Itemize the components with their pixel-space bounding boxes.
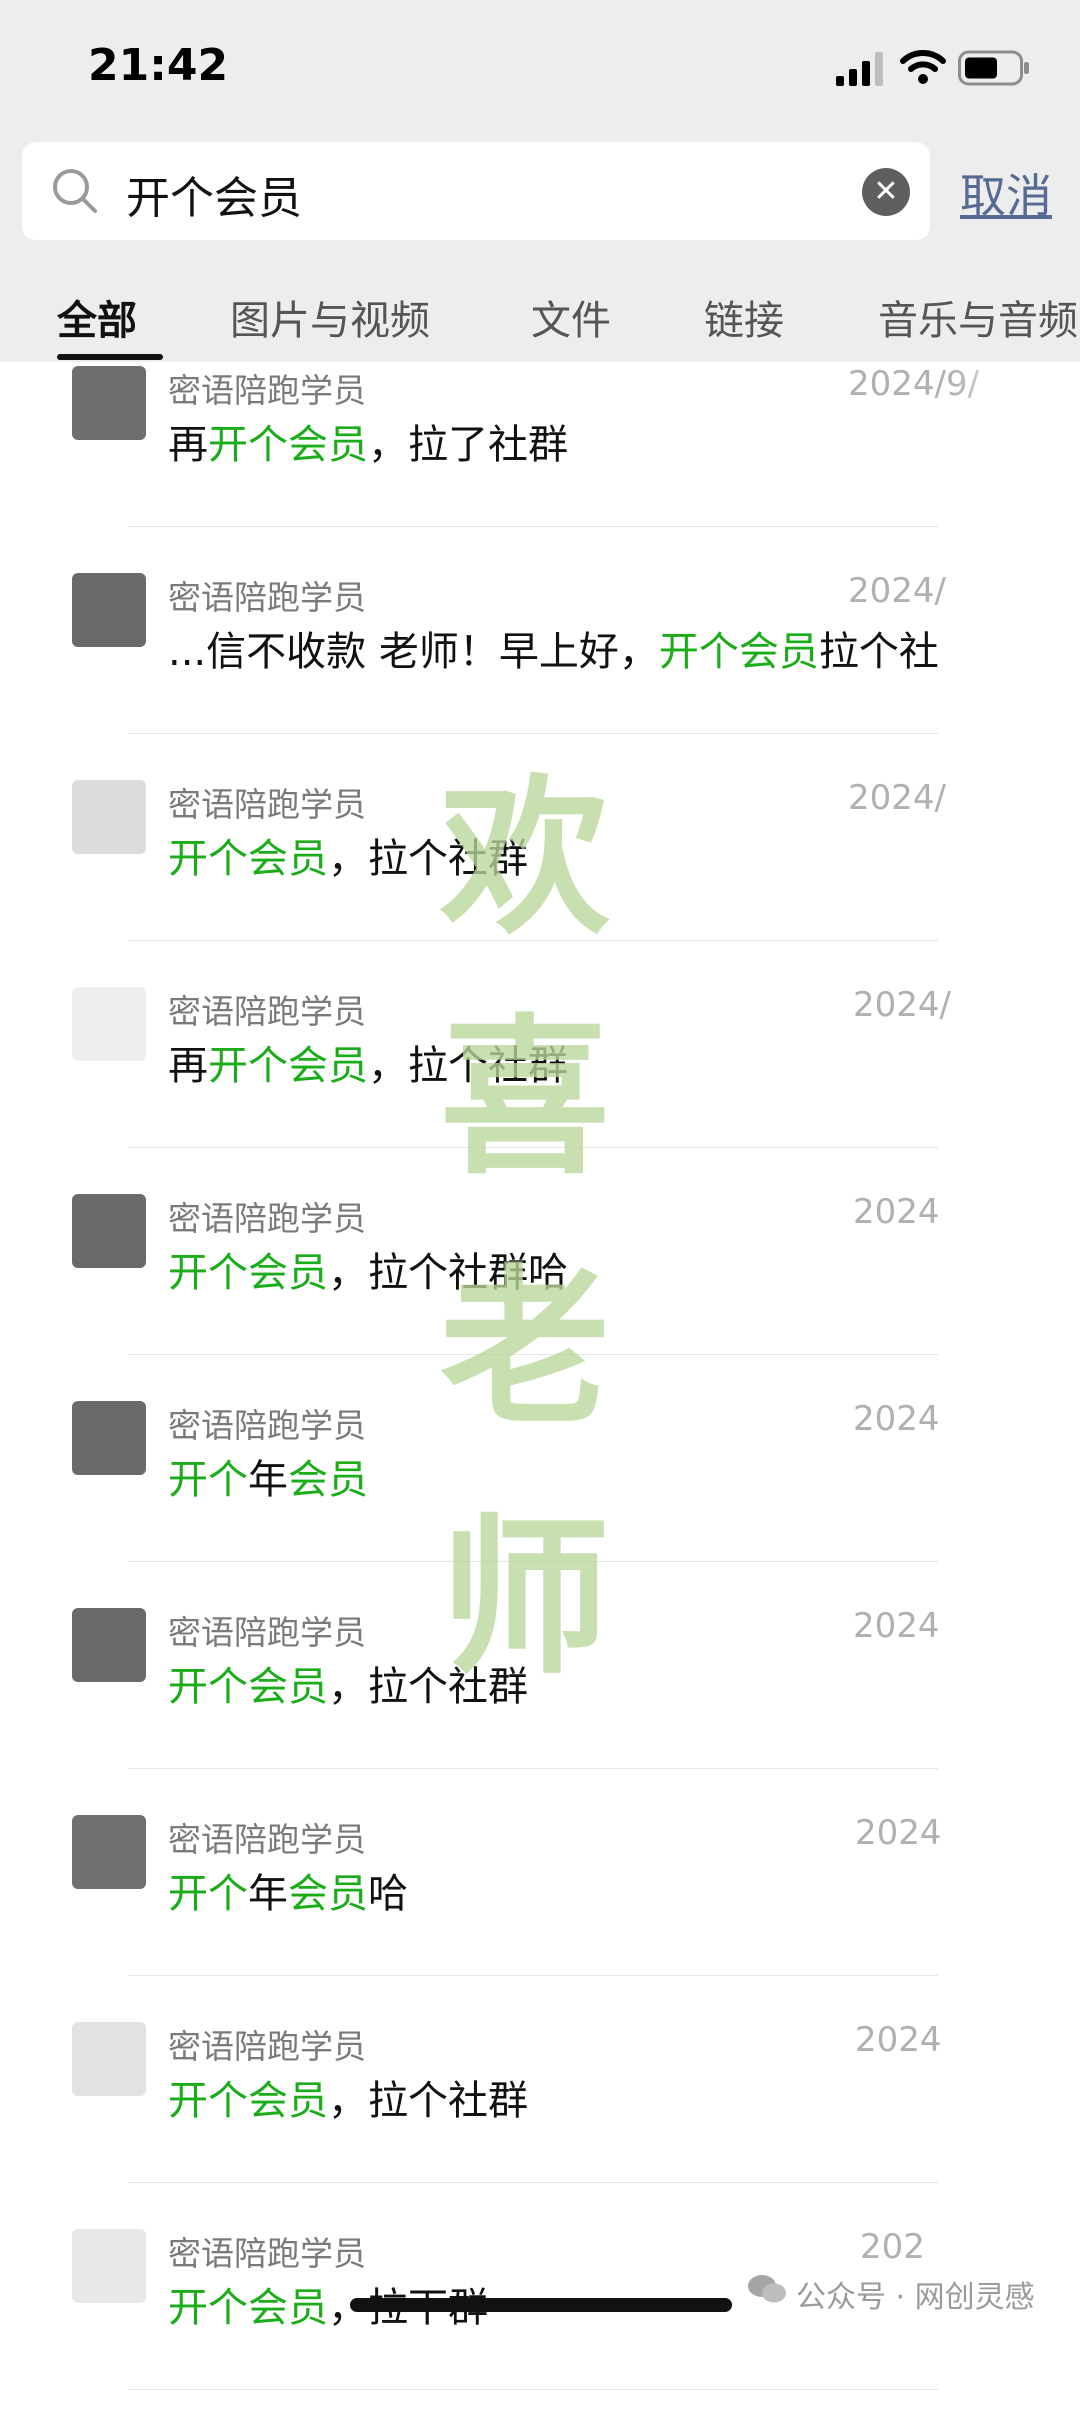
match-highlight: 开个会员 — [168, 1664, 328, 1710]
tab-images-videos[interactable]: 图片与视频 — [230, 288, 430, 346]
avatar[interactable] — [72, 987, 146, 1061]
search-result-item[interactable]: 密语陪跑学员 2024/9/再开个会员，拉了社群 — [0, 362, 1080, 569]
result-sender-name: 密语陪跑学员 — [168, 578, 366, 617]
home-indicator[interactable] — [350, 2298, 732, 2312]
match-highlight: 会员 — [288, 1871, 368, 1917]
watermark-char: 欢 — [440, 758, 611, 958]
row-separator — [128, 1768, 938, 1769]
status-time: 21:42 — [88, 40, 229, 91]
message-text: ，拉个社群 — [328, 2078, 528, 2124]
message-text: 再 — [168, 422, 208, 468]
tab-files[interactable]: 文件 — [531, 288, 611, 346]
result-date: 202 — [860, 2227, 925, 2267]
search-input[interactable]: 开个会员 — [126, 162, 302, 226]
match-highlight: 开个 — [168, 1871, 248, 1917]
avatar[interactable] — [72, 780, 146, 854]
result-date: 2024/ — [848, 571, 946, 611]
search-icon — [53, 169, 97, 213]
match-highlight: 开个会员 — [208, 1043, 368, 1089]
result-date: 2024 — [853, 1192, 940, 1232]
message-text: 年 — [248, 1457, 288, 1503]
footer-brand: 公众号 · 网创灵感 — [796, 2280, 1035, 2315]
result-sender-name: 密语陪跑学员 — [168, 1406, 366, 1445]
result-sender-name: 密语陪跑学员 — [168, 1613, 366, 1652]
message-text: 哈 — [368, 1871, 408, 1917]
row-separator — [128, 1975, 938, 1976]
search-bar[interactable]: 开个会员 ✕ — [22, 142, 930, 240]
row-separator — [128, 526, 938, 527]
match-highlight: 开个会员 — [168, 836, 328, 882]
watermark-char: 喜 — [440, 998, 611, 1198]
message-text: ，拉了社群 — [368, 422, 568, 468]
avatar[interactable] — [72, 1815, 146, 1889]
avatar[interactable] — [72, 2229, 146, 2303]
message-text: 再 — [168, 1043, 208, 1089]
result-message-snippet: 开个年会员哈 — [168, 1861, 958, 1919]
clear-search-button[interactable]: ✕ — [862, 168, 910, 216]
avatar[interactable] — [72, 2022, 146, 2096]
active-tab-indicator — [57, 354, 163, 360]
avatar[interactable] — [72, 1401, 146, 1475]
match-highlight: 开个会员 — [168, 1250, 328, 1296]
row-separator — [128, 2389, 938, 2390]
result-sender-name: 密语陪跑学员 — [168, 371, 366, 410]
result-date: 2024/ — [848, 778, 946, 818]
result-date: 2024 — [853, 1399, 940, 1439]
message-text: ...信不收款 老师！早上好， — [168, 629, 659, 675]
avatar[interactable] — [72, 366, 146, 440]
wechat-icon — [748, 2275, 786, 2303]
search-result-item[interactable]: 密语陪跑学员 2024 开个会员，拉个社群 — [0, 2018, 1080, 2225]
result-sender-name: 密语陪跑学员 — [168, 2027, 366, 2066]
avatar[interactable] — [72, 1194, 146, 1268]
result-sender-name: 密语陪跑学员 — [168, 992, 366, 1031]
avatar[interactable] — [72, 573, 146, 647]
header: 21:42 开个会员 ✕ 取消 全部 图片与视频 文件 链接 音乐与音频 — [0, 0, 1080, 362]
result-date: 2024 — [853, 1606, 940, 1646]
result-sender-name: 密语陪跑学员 — [168, 2234, 366, 2273]
battery-icon — [958, 50, 1029, 86]
message-text: 年 — [248, 1871, 288, 1917]
match-highlight: 会员 — [288, 1457, 368, 1503]
result-sender-name: 密语陪跑学员 — [168, 1820, 366, 1859]
result-date: 2024 — [855, 1813, 942, 1853]
cancel-button[interactable]: 取消 — [960, 160, 1052, 226]
result-date: 2024/ — [853, 985, 951, 1025]
watermark-char: 师 — [440, 1498, 611, 1698]
match-highlight: 开个会员 — [658, 629, 819, 675]
match-highlight: 开个会员 — [168, 2285, 328, 2331]
tab-links[interactable]: 链接 — [704, 288, 784, 346]
tab-all[interactable]: 全部 — [57, 288, 137, 346]
search-result-item[interactable]: 密语陪跑学员202开个会员，拉下群 — [0, 2225, 1080, 2432]
result-date: 2024 — [855, 2020, 942, 2060]
wifi-icon — [900, 50, 946, 84]
match-highlight: 开个会员 — [168, 2078, 328, 2124]
result-sender-name: 密语陪跑学员 — [168, 1199, 366, 1238]
filter-tabs: 全部 图片与视频 文件 链接 音乐与音频 — [0, 280, 1080, 362]
avatar[interactable] — [72, 1608, 146, 1682]
result-message-snippet: 再开个会员，拉了社群 — [168, 412, 958, 470]
row-separator — [128, 2182, 938, 2183]
status-bar: 21:42 — [0, 0, 1080, 135]
signal-icon — [836, 52, 883, 86]
result-message-snippet: 开个会员，拉个社群 — [168, 2068, 958, 2126]
right-fade — [950, 362, 1080, 2337]
match-highlight: 开个 — [168, 1457, 248, 1503]
search-result-item[interactable]: 密语陪跑学员 2024 开个年会员哈 — [0, 1811, 1080, 2018]
message-text: 拉个社 — [818, 629, 939, 675]
watermark-char: 老 — [440, 1248, 611, 1448]
result-sender-name: 密语陪跑学员 — [168, 785, 366, 824]
tab-music-audio[interactable]: 音乐与音频 — [878, 288, 1078, 346]
match-highlight: 开个会员 — [208, 422, 368, 468]
result-message-snippet: ...信不收款 老师！早上好，开个会员拉个社 — [168, 619, 958, 677]
